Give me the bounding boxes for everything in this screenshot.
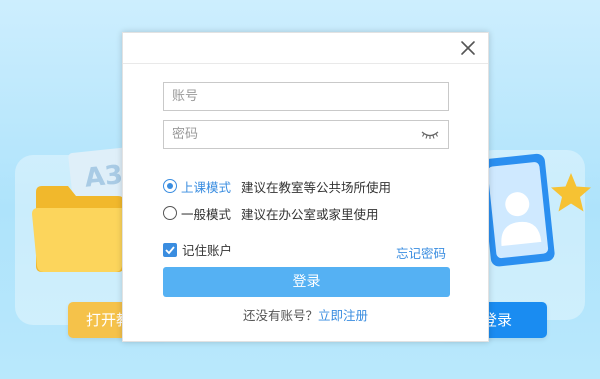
dialog-header <box>123 33 488 64</box>
account-input[interactable] <box>164 83 402 110</box>
class-mode-label[interactable]: 上课模式 <box>181 177 231 196</box>
user-avatar-icon <box>481 153 555 267</box>
eye-closed-icon[interactable] <box>420 129 440 141</box>
mode-option-class[interactable]: 上课模式 建议在教室等公共场所使用 <box>163 177 391 195</box>
class-mode-description: 建议在教室等公共场所使用 <box>241 179 392 195</box>
general-mode-radio[interactable] <box>163 206 177 220</box>
login-dialog: 上课模式 建议在教室等公共场所使用 一般模式 建议在办公室或家里使用 记住账户 … <box>122 32 489 342</box>
register-prompt: 还没有账号？立即注册 <box>123 305 488 324</box>
forgot-password-link[interactable]: 忘记密码 <box>396 243 446 262</box>
remember-checkbox[interactable] <box>163 242 177 257</box>
register-link[interactable]: 立即注册 <box>318 308 368 323</box>
remember-label[interactable]: 记住账户 <box>182 240 232 259</box>
general-mode-description: 建议在办公室或家里使用 <box>241 206 379 222</box>
remember-account[interactable]: 记住账户 <box>163 240 232 259</box>
class-mode-radio[interactable] <box>163 179 177 193</box>
password-field <box>163 120 449 149</box>
checkmark-icon <box>165 245 175 254</box>
general-mode-label[interactable]: 一般模式 <box>181 204 231 223</box>
account-field <box>163 82 449 111</box>
star-icon <box>551 173 591 212</box>
password-input[interactable] <box>164 121 402 148</box>
no-account-text: 还没有账号？ <box>242 308 318 323</box>
mode-option-general[interactable]: 一般模式 建议在办公室或家里使用 <box>163 204 379 222</box>
login-button[interactable]: 登录 <box>163 267 450 297</box>
close-icon[interactable] <box>460 40 476 56</box>
folder-icon <box>32 186 128 272</box>
